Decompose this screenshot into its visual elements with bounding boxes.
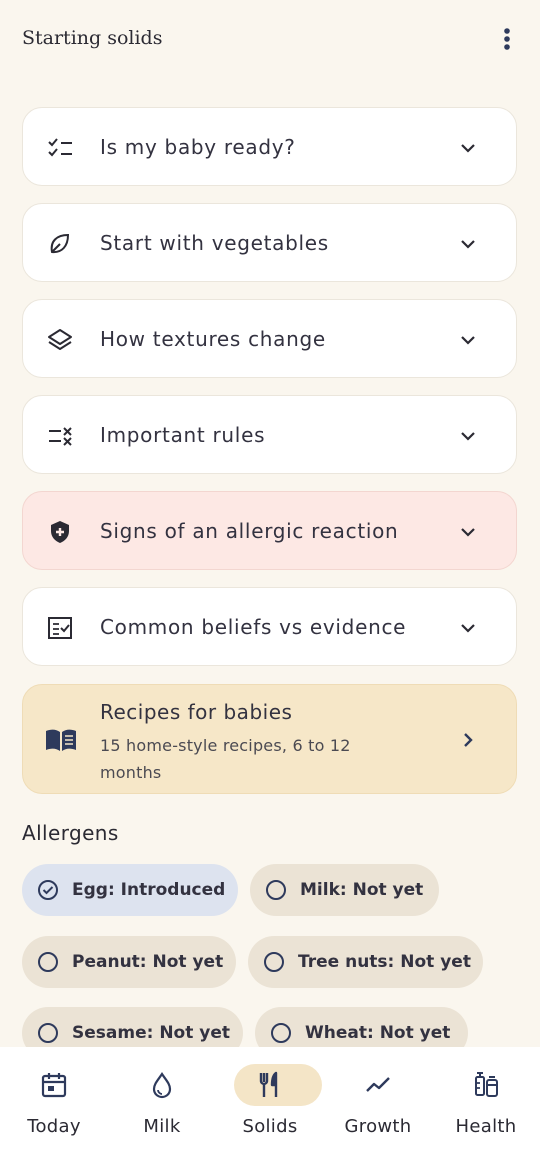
rule-list-icon [49,427,72,446]
recipes-subtitle: 15 home-style recipes, 6 to 12 months [100,736,351,782]
shield-plus-icon [51,521,69,543]
chip-label: Wheat: Not yet [305,1023,451,1043]
nav-health[interactable]: Health [432,1047,540,1158]
allergen-chip-tree-nuts[interactable]: Tree nuts: Not yet [248,936,483,988]
chevron-right-icon [464,733,473,747]
section-label: Common beliefs vs evidence [100,615,407,639]
chevron-down-icon [461,432,475,441]
open-book-icon [46,729,76,751]
recipes-title: Recipes for babies [100,700,293,724]
chevron-down-icon [461,624,475,633]
chevron-down-icon [461,144,475,153]
section-label: Start with vegetables [100,231,329,255]
section-textures[interactable]: How textures change [22,299,517,378]
check-circle-icon [38,880,58,900]
layers-icon [48,329,72,350]
app-bar: Starting solids [0,0,540,80]
section-label: Is my baby ready? [100,135,296,159]
nav-label: Growth [344,1116,412,1137]
section-allergic-reaction[interactable]: Signs of an allergic reaction [22,491,517,570]
nav-today[interactable]: Today [0,1047,108,1158]
chevron-down-icon [461,336,475,345]
section-baby-ready[interactable]: Is my baby ready? [22,107,517,186]
nav-label: Milk [143,1116,181,1137]
allergen-chip-peanut[interactable]: Peanut: Not yet [22,936,236,988]
chip-label: Sesame: Not yet [72,1023,231,1043]
section-vegetables[interactable]: Start with vegetables [22,203,517,282]
checklist-icon [48,138,72,157]
nav-solids[interactable]: Solids [216,1047,324,1158]
section-label: Signs of an allergic reaction [100,519,399,543]
bottom-navigation: Today Milk Solids Growth Health [0,1047,540,1158]
nav-label: Solids [242,1116,298,1137]
chip-label: Peanut: Not yet [72,952,224,972]
chip-label: Egg: Introduced [72,880,226,900]
page-title: Starting solids [22,27,163,49]
nav-growth[interactable]: Growth [324,1047,432,1158]
empty-circle-icon [271,1023,291,1043]
empty-circle-icon [264,952,284,972]
section-beliefs-evidence[interactable]: Common beliefs vs evidence [22,587,517,666]
allergens-heading: Allergens [22,821,119,845]
section-label: Important rules [100,423,266,447]
empty-circle-icon [38,1023,58,1043]
leaf-icon [50,233,70,254]
allergen-chip-milk[interactable]: Milk: Not yet [250,864,439,916]
more-vertical-icon[interactable] [494,24,520,54]
nav-milk[interactable]: Milk [108,1047,216,1158]
fork-knife-icon [259,1071,278,1097]
allergen-chip-egg[interactable]: Egg: Introduced [22,864,238,916]
chip-label: Milk: Not yet [300,880,424,900]
chevron-down-icon [461,240,475,249]
nav-label: Today [27,1116,81,1137]
empty-circle-icon [266,880,286,900]
fact-check-icon [48,617,72,639]
empty-circle-icon [38,952,58,972]
vaccine-icon [475,1072,498,1097]
chip-label: Tree nuts: Not yet [298,952,471,972]
nav-label: Health [455,1116,517,1137]
recipes-card[interactable]: Recipes for babies 15 home-style recipes… [22,684,517,794]
drop-icon [152,1072,172,1099]
calendar-icon [41,1073,67,1098]
section-important-rules[interactable]: Important rules [22,395,517,474]
trend-icon [366,1077,390,1092]
chevron-down-icon [461,528,475,537]
section-label: How textures change [100,327,326,351]
